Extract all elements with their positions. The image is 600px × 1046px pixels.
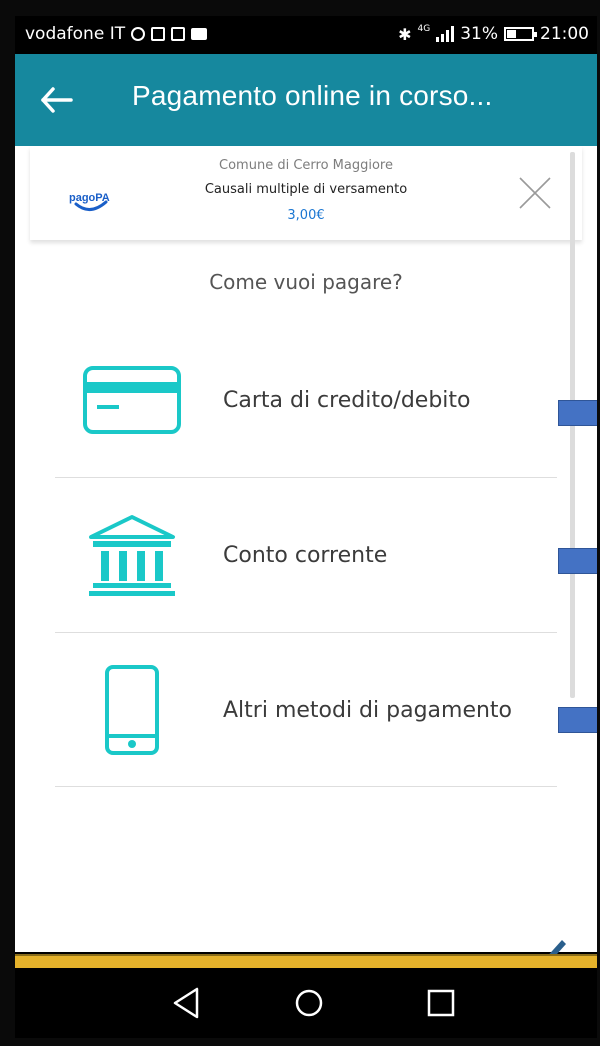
navigation-bar — [15, 968, 597, 1038]
payment-amount: 3,00€ — [287, 208, 325, 223]
gallery-icon — [171, 27, 186, 41]
signal-icon — [436, 26, 455, 42]
nav-back-icon[interactable] — [167, 985, 207, 1021]
back-arrow-icon[interactable] — [37, 82, 77, 118]
network-type: 4G — [417, 24, 431, 34]
clock: 21:00 — [540, 24, 589, 44]
bottom-strip — [15, 954, 597, 968]
status-bar: vodafone IT ✱ 4G 31% 21:00 — [15, 16, 597, 54]
payment-question: Come vuoi pagare? — [209, 270, 403, 294]
bank-icon — [77, 478, 187, 632]
shield-icon — [131, 27, 146, 41]
page-title: Pagamento online in corso... — [132, 80, 493, 111]
payee-entity: Comune di Cerro Maggiore — [219, 158, 393, 173]
method-label: Conto corrente — [223, 542, 388, 568]
payment-summary-card: pagoPA Comune di Cerro Maggiore Causali … — [30, 146, 582, 240]
phone-screen: vodafone IT ✱ 4G 31% 21:00 Pagamento onl… — [15, 16, 597, 1038]
app-bar: Pagamento online in corso... — [15, 54, 597, 146]
battery-percent: 31% — [460, 24, 498, 44]
nav-recents-icon[interactable] — [421, 985, 461, 1021]
annotation-marker — [558, 400, 597, 426]
payment-content: pagoPA Comune di Cerro Maggiore Causali … — [15, 146, 597, 965]
image-icon — [151, 27, 166, 41]
method-credit-card[interactable]: Carta di credito/debito — [55, 323, 557, 477]
divider — [55, 786, 557, 787]
smartphone-icon — [77, 633, 187, 787]
annotation-marker — [558, 548, 597, 574]
credit-card-icon — [77, 323, 187, 477]
close-icon[interactable] — [518, 176, 552, 210]
bluetooth-icon: ✱ — [398, 24, 412, 44]
method-bank-account[interactable]: Conto corrente — [55, 478, 557, 632]
method-label: Altri metodi di pagamento — [223, 697, 513, 723]
nav-home-icon[interactable] — [289, 985, 329, 1021]
battery-icon — [504, 27, 537, 41]
carrier-name: vodafone IT — [25, 24, 126, 44]
method-other[interactable]: Altri metodi di pagamento — [55, 633, 557, 787]
payment-reason: Causali multiple di versamento — [204, 182, 408, 197]
message-icon — [191, 28, 208, 40]
annotation-marker — [558, 707, 597, 733]
method-label: Carta di credito/debito — [223, 387, 471, 413]
